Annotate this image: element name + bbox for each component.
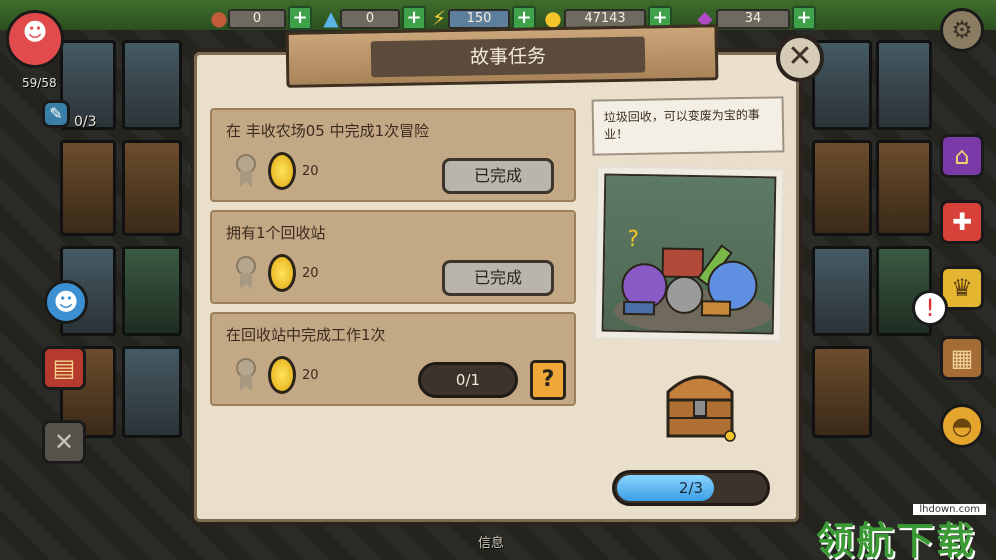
add-gems-button[interactable]: +: [792, 6, 816, 30]
task-card: 在回收站中完成工作1次 20 0/1 ?: [210, 312, 576, 406]
resource-mushroom: ● 0 +: [206, 6, 312, 32]
building-room[interactable]: [122, 246, 182, 336]
building-room[interactable]: [876, 40, 932, 130]
watermark-text: 领航下载: [816, 519, 977, 560]
story-illustration: ?: [592, 164, 786, 344]
treasure-chest-icon[interactable]: [662, 366, 738, 442]
resource-value: 150: [448, 9, 510, 29]
coin-icon: [268, 356, 296, 394]
coin-icon: [268, 152, 296, 190]
medal-icon: [236, 358, 256, 392]
settings-gear-icon[interactable]: ⚙: [940, 8, 984, 52]
hammer-icon[interactable]: ✎: [42, 100, 70, 128]
bottom-hint: 信息: [478, 536, 505, 551]
task-title: 在回收站中完成工作1次: [226, 326, 386, 344]
task-card: 在 丰收农场05 中完成1次冒险 20 已完成: [210, 108, 576, 202]
resource-value: 0: [228, 9, 286, 29]
building-room[interactable]: [876, 140, 932, 236]
help-question-button[interactable]: ?: [530, 360, 566, 400]
add-energy-button[interactable]: +: [512, 6, 536, 30]
medal-icon: [236, 154, 256, 188]
task-progress: 0/1: [418, 362, 518, 398]
watermark-url: lhdown.com: [913, 504, 986, 515]
book-icon[interactable]: ▤: [42, 346, 86, 390]
population-count: 59/58: [22, 76, 57, 90]
completed-button[interactable]: 已完成: [442, 260, 554, 296]
slime-avatar-icon[interactable]: ☻: [6, 10, 64, 68]
svg-text:?: ?: [627, 227, 639, 252]
building-room[interactable]: [812, 346, 872, 438]
building-room[interactable]: [122, 346, 182, 438]
add-water-button[interactable]: +: [402, 6, 426, 30]
tool-count: 0/3: [74, 114, 97, 130]
chest-progress-label: 2/3: [678, 479, 704, 497]
building-room[interactable]: [812, 140, 872, 236]
shop-icon[interactable]: ⌂: [940, 134, 984, 178]
task-title: 拥有1个回收站: [226, 224, 326, 242]
building-room[interactable]: [812, 246, 872, 336]
resource-value: 34: [716, 9, 790, 29]
building-room[interactable]: [122, 140, 182, 236]
completed-button[interactable]: 已完成: [442, 158, 554, 194]
alert-bubble-icon[interactable]: !: [912, 290, 948, 326]
coin-icon: [268, 254, 296, 292]
reward-amount: 20: [302, 164, 319, 179]
task-card: 拥有1个回收站 20 已完成: [210, 210, 576, 304]
task-title: 在 丰收农场05 中完成1次冒险: [226, 122, 430, 140]
reward-amount: 20: [302, 368, 319, 383]
junk-pile-illustration: ?: [613, 227, 774, 335]
crossed-swords-icon[interactable]: ✕: [42, 420, 86, 464]
close-button[interactable]: ✕: [776, 34, 824, 82]
building-room[interactable]: [122, 40, 182, 130]
gift-icon[interactable]: ✚: [940, 200, 984, 244]
chest-progress-bar: 2/3: [612, 470, 770, 506]
resource-value: 0: [340, 9, 400, 29]
add-mushroom-button[interactable]: +: [288, 6, 312, 30]
story-note: 垃圾回收，可以变废为宝的事业！: [591, 96, 785, 156]
resource-water: ▲ 0 +: [318, 6, 426, 32]
map-icon[interactable]: ▦: [940, 336, 984, 380]
medal-icon: [236, 256, 256, 290]
title-plank: 故事任务: [285, 24, 719, 88]
dialog-title: 故事任务: [370, 36, 646, 78]
watermark: 领航下载 lhdown.com: [816, 502, 994, 560]
reward-amount: 20: [302, 266, 319, 281]
helmet-icon[interactable]: ◓: [940, 404, 984, 448]
building-room[interactable]: [60, 140, 116, 236]
blue-slime-icon[interactable]: ☻: [44, 280, 88, 324]
